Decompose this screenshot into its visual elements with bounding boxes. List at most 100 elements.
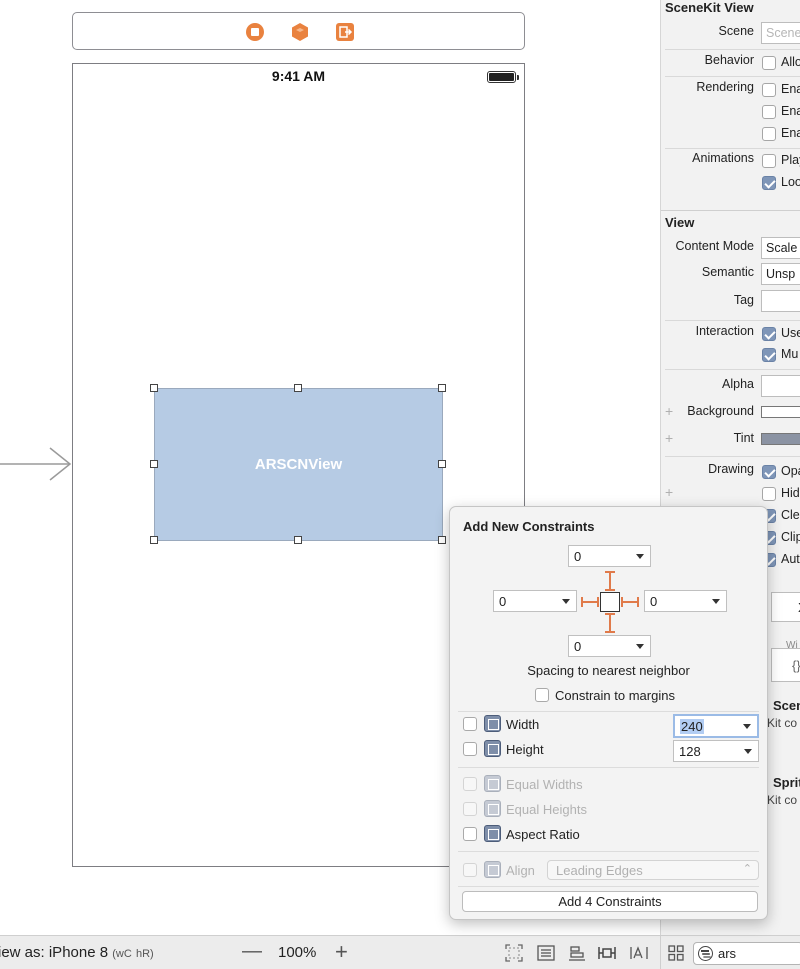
bottom-spacing-field[interactable]: 0 <box>568 635 651 657</box>
aspect-ratio-checkbox[interactable] <box>463 827 477 841</box>
width-checkbox[interactable] <box>463 717 477 731</box>
update-frames-icon[interactable] <box>505 944 523 962</box>
object-library-item[interactable]: {} <box>771 648 800 682</box>
bottom-pin-strut[interactable] <box>609 613 611 633</box>
add-new-constraints-icon[interactable] <box>598 944 616 962</box>
resize-handle[interactable] <box>438 384 446 392</box>
content-mode-label: Content Mode <box>675 239 754 253</box>
width-icon <box>484 715 501 732</box>
align-checkbox[interactable] <box>463 863 477 877</box>
zoom-level: 100% <box>278 944 317 961</box>
leading-spacing-field[interactable]: 0 <box>493 590 577 612</box>
add-variation-icon[interactable]: + <box>665 484 673 500</box>
constrain-to-margins-checkbox[interactable] <box>535 688 549 702</box>
drawing-check-label: Clip <box>781 530 800 544</box>
pin-view-icon <box>600 592 620 612</box>
battery-icon <box>487 71 519 83</box>
add-variation-icon[interactable]: + <box>665 430 673 446</box>
zoom-in-button[interactable]: + <box>335 939 348 965</box>
arscnview-label: ARSCNView <box>254 456 343 473</box>
hidden-checkbox[interactable] <box>762 487 776 501</box>
first-responder-icon[interactable] <box>290 22 310 42</box>
scene-label: Scene <box>718 24 754 38</box>
embed-in-stack-icon[interactable] <box>537 944 555 962</box>
trailing-spacing-field[interactable]: 0 <box>644 590 727 612</box>
opaque-checkbox[interactable] <box>762 465 776 479</box>
library-item-sprite-desc: Kit co <box>767 793 798 807</box>
height-label: Height <box>506 742 544 757</box>
tint-label: Tint <box>733 431 754 445</box>
equal-widths-checkbox[interactable] <box>463 777 477 791</box>
content-mode-select[interactable]: Scale <box>761 237 800 259</box>
resolve-auto-layout-icon[interactable] <box>630 944 648 962</box>
arscnview[interactable]: ARSCNView <box>154 388 443 541</box>
tag-field[interactable] <box>761 290 800 312</box>
semantic-label: Semantic <box>701 265 754 279</box>
constrain-to-margins-label: Constrain to margins <box>555 688 675 703</box>
width-label: Width <box>506 717 540 732</box>
rendering-checkbox[interactable] <box>762 83 776 97</box>
align-icon[interactable] <box>568 944 586 962</box>
view-controller-icon[interactable] <box>245 22 265 42</box>
background-label: Background <box>687 404 754 418</box>
tint-color-well[interactable] <box>761 433 800 445</box>
resize-handle[interactable] <box>294 384 302 392</box>
add-variation-icon[interactable]: + <box>665 403 673 419</box>
resize-handle[interactable] <box>150 460 158 468</box>
equal-widths-label: Equal Widths <box>506 777 583 792</box>
canvas-bottom-bar: iew as: iPhone 8 (wC hR) — 100% + ars <box>0 935 800 969</box>
interaction-check-label: Mu <box>781 347 799 361</box>
interaction-label: Interaction <box>695 324 754 338</box>
tag-label: Tag <box>733 293 754 307</box>
resize-handle[interactable] <box>438 536 446 544</box>
semantic-select[interactable]: Unsp <box>761 263 800 285</box>
stretching-x-field[interactable]: X <box>771 592 800 622</box>
allows-camera-control-checkbox[interactable] <box>762 56 776 70</box>
behavior-check-label: Allo <box>781 55 800 69</box>
library-grid-icon[interactable] <box>667 944 685 962</box>
resize-handle[interactable] <box>294 536 302 544</box>
animations-checkbox[interactable] <box>762 154 776 168</box>
animations-check-label: Loo <box>781 175 800 189</box>
height-value-field[interactable]: 128 <box>673 740 759 762</box>
size-class-width: wC <box>115 948 132 960</box>
equal-heights-checkbox[interactable] <box>463 802 477 816</box>
spacing-caption: Spacing to nearest neighbor <box>527 663 690 678</box>
resize-handle[interactable] <box>438 460 446 468</box>
library-item-scene-title: Scen <box>773 698 800 713</box>
background-color-well[interactable] <box>761 406 800 418</box>
exit-icon[interactable] <box>335 22 355 42</box>
add-constraints-button[interactable]: Add 4 Constraints <box>462 891 758 912</box>
resize-handle[interactable] <box>150 384 158 392</box>
drawing-check-label: Opa <box>781 464 800 478</box>
multiple-touch-checkbox[interactable] <box>762 348 776 362</box>
width-value-field[interactable]: 240 <box>673 714 759 738</box>
top-pin-strut[interactable] <box>609 571 611 591</box>
braces-icon: {} <box>792 658 800 673</box>
alpha-field[interactable] <box>761 375 800 397</box>
view-as-button[interactable]: iew as: iPhone 8 (wC hR) <box>0 944 154 961</box>
library-filter-input[interactable]: ars <box>693 942 800 965</box>
drawing-check-label: Hid <box>781 486 800 500</box>
initial-view-controller-arrow-icon <box>0 447 72 481</box>
size-class-height: hR <box>135 948 151 960</box>
library-item-sprite-title: Sprit <box>773 775 800 790</box>
height-icon <box>484 740 501 757</box>
height-checkbox[interactable] <box>463 742 477 756</box>
rendering-label: Rendering <box>696 80 754 94</box>
loops-checkbox[interactable] <box>762 176 776 190</box>
top-spacing-field[interactable]: 0 <box>568 545 651 567</box>
rendering-check-label: Ena <box>781 104 800 118</box>
scene-field[interactable]: Scene <box>761 22 800 44</box>
align-select[interactable]: Leading Edges <box>547 860 759 880</box>
filter-icon <box>698 946 713 961</box>
animations-label: Animations <box>692 151 754 165</box>
align-icon <box>484 861 501 878</box>
drawing-check-label: Aut <box>781 552 800 566</box>
library-item-scene-desc: Kit co <box>767 716 798 730</box>
zoom-out-button[interactable]: — <box>242 940 262 963</box>
rendering-checkbox[interactable] <box>762 105 776 119</box>
user-interaction-checkbox[interactable] <box>762 327 776 341</box>
resize-handle[interactable] <box>150 536 158 544</box>
rendering-checkbox[interactable] <box>762 127 776 141</box>
